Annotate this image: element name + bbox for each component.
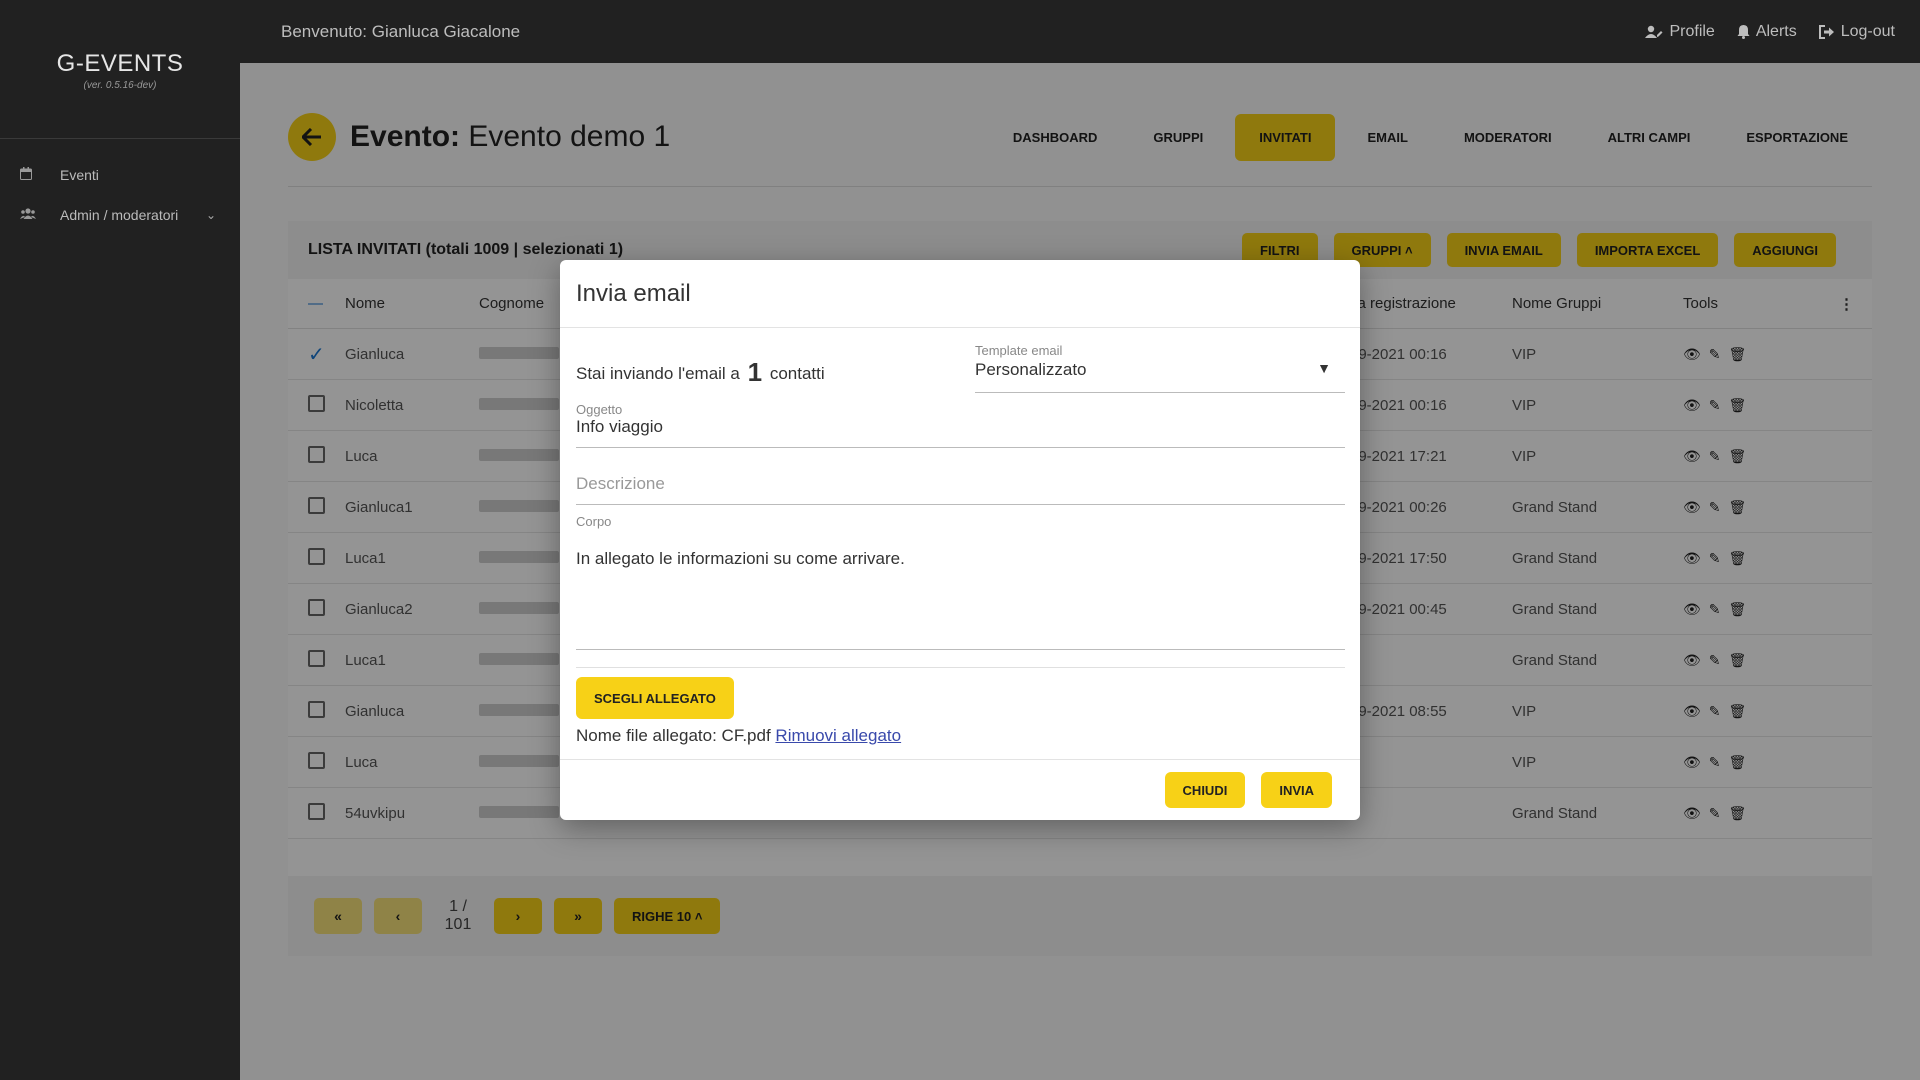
- bell-icon: [1737, 25, 1750, 39]
- sidebar-item-eventi[interactable]: Eventi: [0, 155, 240, 195]
- template-select[interactable]: Template email Personalizzato ▼: [975, 343, 1345, 393]
- template-value: Personalizzato: [975, 360, 1087, 379]
- corpo-label: Corpo: [576, 514, 612, 529]
- recipient-count: 1: [747, 357, 763, 387]
- remove-attachment-link[interactable]: Rimuovi allegato: [775, 726, 901, 745]
- send-email-modal: Invia email Stai inviando l'email a 1 co…: [560, 260, 1360, 820]
- attachment-filename: CF.pdf: [721, 726, 771, 745]
- modal-title: Invia email: [576, 279, 691, 307]
- send-prefix: Stai inviando l'email a: [576, 364, 740, 383]
- corpo-value: In allegato le informazioni su come arri…: [576, 549, 905, 568]
- divider: [576, 667, 1345, 668]
- attachment-info: Nome file allegato: CF.pdf Rimuovi alleg…: [576, 726, 901, 746]
- template-label: Template email: [975, 343, 1063, 358]
- logout-link[interactable]: Log-out: [1818, 22, 1895, 41]
- sidebar-item-label: Admin / moderatori: [60, 207, 179, 223]
- users-icon: [20, 207, 46, 223]
- profile-label: Profile: [1669, 22, 1715, 40]
- user-edit-icon: [1645, 25, 1663, 38]
- sidebar: G-EVENTS (ver. 0.5.16-dev) Eventi Admin …: [0, 0, 240, 1080]
- attachment-prefix: Nome file allegato:: [576, 726, 717, 745]
- profile-link[interactable]: Profile: [1645, 22, 1715, 41]
- sidebar-item-admin[interactable]: Admin / moderatori ⌄: [0, 195, 240, 235]
- oggetto-field[interactable]: Oggetto Info viaggio: [576, 402, 1345, 448]
- caret-down-icon: ▼: [1317, 360, 1331, 376]
- oggetto-value: Info viaggio: [576, 417, 663, 436]
- calendar-icon: [20, 167, 46, 183]
- sidebar-item-label: Eventi: [60, 167, 99, 183]
- welcome-text: Benvenuto: Gianluca Giacalone: [281, 21, 521, 41]
- brand: G-EVENTS (ver. 0.5.16-dev): [0, 0, 240, 139]
- chevron-down-icon[interactable]: ⌄: [206, 208, 240, 222]
- brand-version: (ver. 0.5.16-dev): [83, 80, 157, 91]
- logout-label: Log-out: [1840, 22, 1895, 40]
- send-button[interactable]: INVIA: [1261, 772, 1332, 808]
- brand-name: G-EVENTS: [56, 50, 184, 77]
- alerts-label: Alerts: [1755, 22, 1797, 40]
- send-suffix: contatti: [769, 364, 825, 383]
- descrizione-placeholder: Descrizione: [576, 474, 665, 493]
- logout-icon: [1818, 24, 1834, 39]
- recipients-info: Stai inviando l'email a 1 contatti: [576, 357, 825, 388]
- alerts-link[interactable]: Alerts: [1737, 23, 1797, 41]
- choose-attachment-button[interactable]: SCEGLI ALLEGATO: [576, 677, 734, 719]
- topbar: Benvenuto: Gianluca Giacalone Profile Al…: [240, 0, 1920, 63]
- oggetto-label: Oggetto: [576, 402, 623, 417]
- corpo-field[interactable]: Corpo In allegato le informazioni su com…: [576, 514, 1345, 650]
- close-button[interactable]: CHIUDI: [1164, 772, 1246, 808]
- descrizione-field[interactable]: Descrizione: [576, 474, 1345, 505]
